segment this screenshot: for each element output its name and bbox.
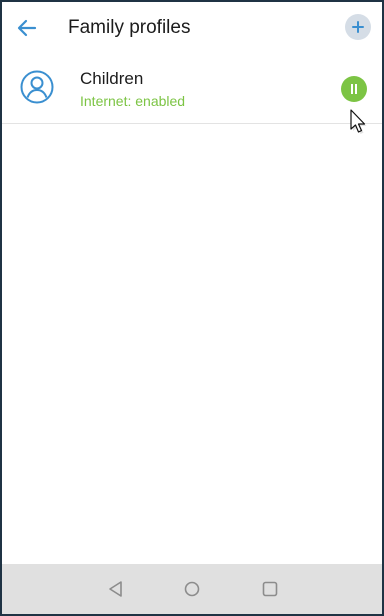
page-title: Family profiles <box>68 17 191 38</box>
recents-square-icon <box>262 581 278 597</box>
pause-bar <box>355 84 357 94</box>
nav-recents-button[interactable] <box>260 579 280 599</box>
nav-back-button[interactable] <box>106 579 126 599</box>
screen: Family profiles Children Internet: enabl… <box>0 0 384 616</box>
pause-bar <box>351 84 353 94</box>
back-button[interactable] <box>12 14 42 42</box>
pause-internet-button[interactable] <box>341 76 367 102</box>
app-bar: Family profiles <box>2 2 382 54</box>
nav-home-button[interactable] <box>182 579 202 599</box>
home-circle-icon <box>184 581 200 597</box>
plus-icon <box>352 21 364 33</box>
profile-name: Children <box>80 69 144 88</box>
back-triangle-icon <box>109 581 122 597</box>
profile-row-children[interactable]: Children Internet: enabled <box>2 55 382 124</box>
system-nav-bar <box>2 564 382 614</box>
arrow-left-icon <box>17 19 37 37</box>
profile-status: Internet: enabled <box>80 93 186 109</box>
add-profile-button[interactable] <box>345 14 371 40</box>
user-circle-icon <box>20 70 54 104</box>
